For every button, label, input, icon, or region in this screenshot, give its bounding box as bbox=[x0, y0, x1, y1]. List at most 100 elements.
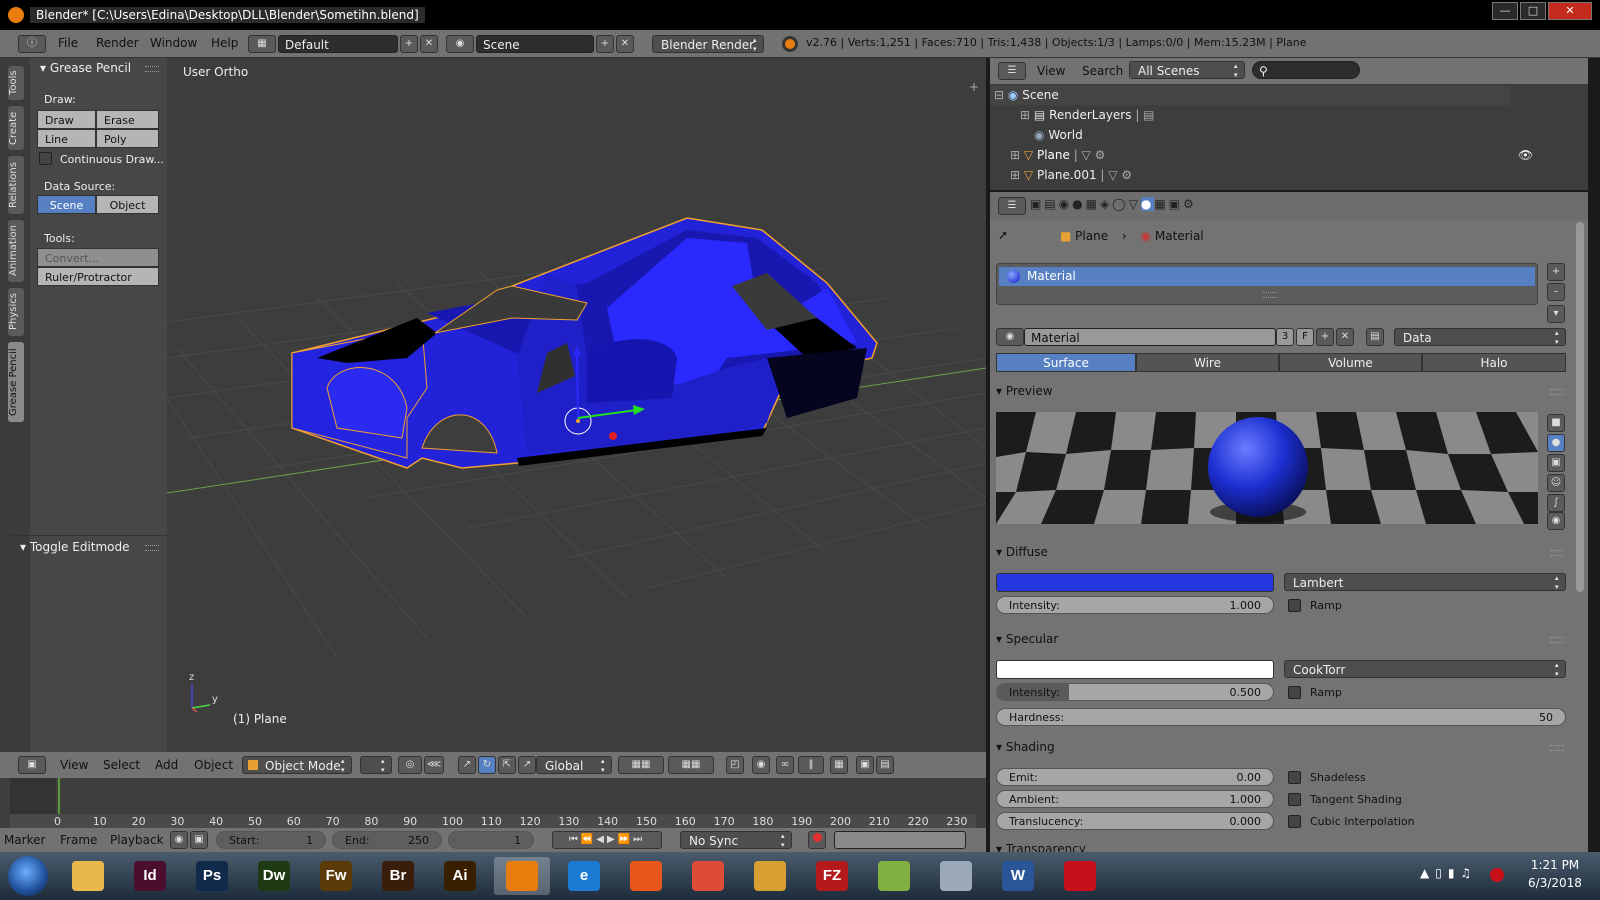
specular-shader-select[interactable]: CookTorr bbox=[1284, 660, 1566, 679]
material-preview[interactable] bbox=[996, 412, 1538, 524]
breadcrumb-material[interactable]: Material bbox=[1155, 229, 1204, 243]
shading-panel-header[interactable]: ▾ Shading bbox=[996, 740, 1055, 754]
preview-sphere-icon[interactable]: ● bbox=[1547, 434, 1565, 452]
menu-help[interactable]: Help bbox=[211, 30, 238, 56]
panel-grip-icon[interactable] bbox=[1550, 745, 1564, 751]
tab-create[interactable]: Create bbox=[8, 106, 24, 150]
diffuse-shader-select[interactable]: Lambert bbox=[1284, 573, 1566, 592]
render-preview-icon[interactable]: ▣ bbox=[856, 756, 874, 774]
fake-user-button[interactable]: F bbox=[1296, 328, 1314, 346]
x-manipulator-icon[interactable] bbox=[609, 432, 617, 440]
preview-panel-header[interactable]: ▾ Preview bbox=[996, 384, 1053, 398]
panel-grip-icon[interactable] bbox=[145, 66, 159, 72]
add-scene-icon[interactable]: + bbox=[596, 35, 614, 53]
new-material-icon[interactable]: + bbox=[1316, 328, 1334, 346]
layout-icon[interactable]: ▦ bbox=[248, 35, 276, 53]
manipulator-toggle-icon[interactable]: ⋘ bbox=[424, 756, 444, 774]
tab-relations[interactable]: Relations bbox=[8, 156, 24, 214]
outliner-search-input[interactable]: ⚲ bbox=[1252, 61, 1360, 79]
minimize-button[interactable]: — bbox=[1492, 2, 1518, 20]
menu-render[interactable]: Render bbox=[96, 30, 139, 56]
clock-date[interactable]: 6/3/2018 bbox=[1520, 876, 1590, 890]
keying-set-field[interactable] bbox=[834, 831, 966, 849]
snap-element-icon[interactable]: ‖ bbox=[798, 756, 824, 774]
menu-marker[interactable]: Marker bbox=[4, 833, 45, 847]
grease-pencil-panel-title[interactable]: ▾ Grease Pencil bbox=[40, 61, 131, 75]
menu-object[interactable]: Object bbox=[194, 758, 233, 772]
specular-intensity-slider[interactable]: Intensity: 0.500 bbox=[996, 683, 1274, 701]
scene-field[interactable]: Scene bbox=[476, 35, 594, 53]
render-engine-select[interactable]: Blender Render bbox=[652, 35, 764, 54]
rotate-icon[interactable]: ↻ bbox=[478, 756, 496, 774]
outliner-row-scene[interactable]: ⊟ ◉ Scene bbox=[990, 86, 1510, 105]
orientation-select[interactable]: Global bbox=[536, 756, 612, 775]
tab-grease-pencil[interactable]: Grease Pencil bbox=[8, 342, 24, 422]
list-resize-icon[interactable] bbox=[1263, 292, 1277, 298]
taskbar-app-dreamweaver[interactable]: Dw bbox=[246, 857, 302, 895]
pivot-icon[interactable]: ◎ bbox=[398, 756, 422, 774]
remove-scene-icon[interactable]: ✕ bbox=[616, 35, 634, 53]
specular-panel-header[interactable]: ▾ Specular bbox=[996, 632, 1058, 646]
properties-editor-icon[interactable]: ☰ bbox=[998, 197, 1026, 215]
end-frame-field[interactable]: End: 250 bbox=[332, 831, 442, 849]
taskbar-app-notepad-[interactable] bbox=[866, 857, 922, 895]
breadcrumb-object[interactable]: Plane bbox=[1075, 229, 1108, 243]
taskbar-app-indesign[interactable]: Id bbox=[122, 857, 178, 895]
cubic-interpolation-checkbox[interactable] bbox=[1288, 815, 1301, 828]
material-slot-row[interactable]: Material bbox=[999, 267, 1535, 286]
view3d-editor-icon[interactable]: ▣ bbox=[18, 756, 46, 774]
tray-icons[interactable]: ▲▯▮♫ bbox=[1420, 866, 1477, 880]
menu-select[interactable]: Select bbox=[103, 758, 140, 772]
translucency-slider[interactable]: Translucency: 0.000 bbox=[996, 812, 1274, 830]
timeline[interactable]: 0 10 20 30 40 50 60 70 80 90 100 110 120 130 140 150 160… bbox=[0, 778, 986, 828]
scale-icon[interactable]: ⇱ bbox=[498, 756, 516, 774]
tab-tools[interactable]: Tools bbox=[8, 66, 24, 100]
current-frame-field[interactable]: 1 bbox=[448, 831, 534, 849]
tab-physics[interactable]: Physics bbox=[8, 288, 24, 336]
slot-menu-icon[interactable]: ▾ bbox=[1547, 305, 1565, 323]
pin-icon[interactable]: ➚ bbox=[998, 228, 1008, 242]
z-manipulator-icon[interactable] bbox=[576, 352, 579, 419]
remove-slot-icon[interactable]: – bbox=[1547, 283, 1565, 301]
menu-view[interactable]: View bbox=[60, 758, 88, 772]
tab-volume[interactable]: Volume bbox=[1279, 353, 1422, 372]
layers-grid-icon[interactable]: ▦▦ bbox=[618, 756, 664, 774]
hardness-slider[interactable]: Hardness: 50 bbox=[996, 708, 1566, 726]
add-layout-icon[interactable]: + bbox=[400, 35, 418, 53]
taskbar-app-chrome[interactable] bbox=[680, 857, 736, 895]
menu-window[interactable]: Window bbox=[150, 30, 197, 56]
mode-select[interactable]: Object Mode bbox=[242, 756, 352, 775]
data-source-object-button[interactable]: Object bbox=[96, 195, 159, 214]
draw-button[interactable]: Draw bbox=[37, 110, 96, 129]
taskbar-app-explorer[interactable] bbox=[60, 857, 116, 895]
shading-select[interactable] bbox=[360, 756, 392, 775]
context-tabs[interactable]: ▣▤◉●▦◈◯▽●▦▣⚙ bbox=[1030, 197, 1260, 215]
scene-icon[interactable]: ◉ bbox=[446, 35, 474, 53]
line-button[interactable]: Line bbox=[37, 129, 96, 148]
preview-hair-icon[interactable]: ∫ bbox=[1547, 494, 1565, 512]
taskbar-app-firefox[interactable] bbox=[618, 857, 674, 895]
outliner-row-world[interactable]: ◉ World bbox=[990, 126, 1520, 145]
outliner-menu-search[interactable]: Search bbox=[1082, 58, 1123, 84]
snap-target-icon[interactable]: ▦ bbox=[830, 756, 848, 774]
tray-acrobat-icon[interactable] bbox=[1490, 868, 1504, 882]
node-toggle-icon[interactable]: ▤ bbox=[1366, 328, 1384, 346]
start-button[interactable] bbox=[8, 856, 48, 896]
menu-add[interactable]: Add bbox=[155, 758, 178, 772]
proportional-icon[interactable]: ◉ bbox=[752, 756, 770, 774]
taskbar-app-blender[interactable] bbox=[494, 857, 550, 895]
snap-toggle-icon[interactable]: ∞ bbox=[776, 756, 794, 774]
material-name-field[interactable]: Material bbox=[1024, 328, 1276, 346]
ambient-slider[interactable]: Ambient: 1.000 bbox=[996, 790, 1274, 808]
car-body-mesh[interactable] bbox=[291, 217, 878, 469]
menu-frame[interactable]: Frame bbox=[60, 833, 97, 847]
taskbar-app-calculator[interactable] bbox=[928, 857, 984, 895]
link-select[interactable]: Data bbox=[1394, 328, 1566, 347]
unlink-material-icon[interactable]: ✕ bbox=[1336, 328, 1354, 346]
transform-icon[interactable]: ↗ bbox=[518, 756, 536, 774]
data-source-scene-button[interactable]: Scene bbox=[37, 195, 96, 214]
playback-controls[interactable]: ⏮⏪◀▶⏩⏭ bbox=[552, 831, 662, 849]
outliner-editor-icon[interactable]: ☰ bbox=[998, 62, 1026, 80]
taskbar-app-photos[interactable] bbox=[742, 857, 798, 895]
taskbar-app-photoshop[interactable]: Ps bbox=[184, 857, 240, 895]
